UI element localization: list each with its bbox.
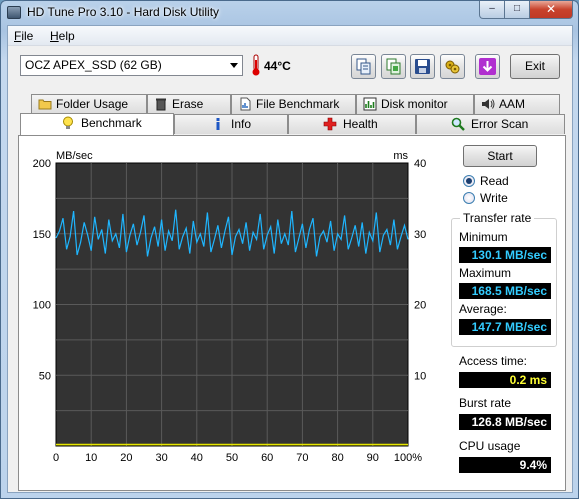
- tab-benchmark[interactable]: Benchmark: [20, 113, 174, 135]
- access-time-label: Access time:: [459, 354, 528, 368]
- x-tick-label: 60: [261, 452, 273, 464]
- right-tick-label: 20: [414, 300, 426, 312]
- x-tick-label: 0: [53, 452, 59, 464]
- x-tick-label: 10: [85, 452, 97, 464]
- right-tick-label: 30: [414, 229, 426, 241]
- minimum-value: 130.1 MB/sec: [459, 247, 551, 263]
- maximize-button[interactable]: □: [504, 1, 530, 19]
- minimum-label: Minimum: [459, 230, 508, 244]
- window-title: HD Tune Pro 3.10 - Hard Disk Utility: [27, 5, 220, 19]
- x-tick-label: 100%: [394, 452, 422, 464]
- x-tick-label: 90: [367, 452, 379, 464]
- burst-rate-label: Burst rate: [459, 396, 512, 410]
- tab-label: Benchmark: [81, 116, 142, 130]
- write-radio[interactable]: [463, 192, 475, 204]
- write-radio-label[interactable]: Write: [480, 191, 508, 205]
- x-tick-label: 40: [191, 452, 203, 464]
- x-tick-label: 20: [120, 452, 132, 464]
- close-button[interactable]: ✕: [529, 1, 573, 19]
- burst-rate-value: 126.8 MB/sec: [459, 414, 551, 430]
- left-tick-label: 50: [39, 370, 51, 382]
- read-radio[interactable]: [463, 175, 475, 187]
- x-tick-label: 70: [296, 452, 308, 464]
- x-tick-label: 30: [155, 452, 167, 464]
- average-value: 147.7 MB/sec: [459, 319, 551, 335]
- maximum-label: Maximum: [459, 266, 512, 280]
- cpu-usage-label: CPU usage: [459, 439, 521, 453]
- transfer-rate-title: Transfer rate: [460, 211, 535, 225]
- title-bar[interactable]: HD Tune Pro 3.10 - Hard Disk Utility – □…: [1, 1, 578, 25]
- app-window: HD Tune Pro 3.10 - Hard Disk Utility – □…: [0, 0, 579, 499]
- read-radio-label[interactable]: Read: [480, 174, 509, 188]
- right-tick-label: 10: [414, 370, 426, 382]
- left-tick-label: 100: [33, 300, 51, 312]
- x-tick-label: 50: [226, 452, 238, 464]
- cpu-usage-value: 9.4%: [459, 457, 551, 473]
- left-tick-label: 200: [33, 158, 51, 170]
- lightbulb-icon: [63, 116, 73, 129]
- access-time-value: 0.2 ms: [459, 372, 551, 388]
- minimize-button[interactable]: –: [479, 1, 505, 19]
- x-tick-label: 80: [331, 452, 343, 464]
- start-button[interactable]: Start: [463, 145, 537, 167]
- left-unit-label: MB/sec: [56, 150, 93, 162]
- left-tick-label: 150: [33, 229, 51, 241]
- right-tick-label: 40: [414, 158, 426, 170]
- average-label: Average:: [459, 302, 507, 316]
- maximum-value: 168.5 MB/sec: [459, 283, 551, 299]
- app-icon: [7, 6, 21, 19]
- client-area: File Help OCZ APEX_SSD (62 GB) 44°C Exit…: [7, 25, 573, 493]
- right-unit-label: ms: [393, 150, 408, 162]
